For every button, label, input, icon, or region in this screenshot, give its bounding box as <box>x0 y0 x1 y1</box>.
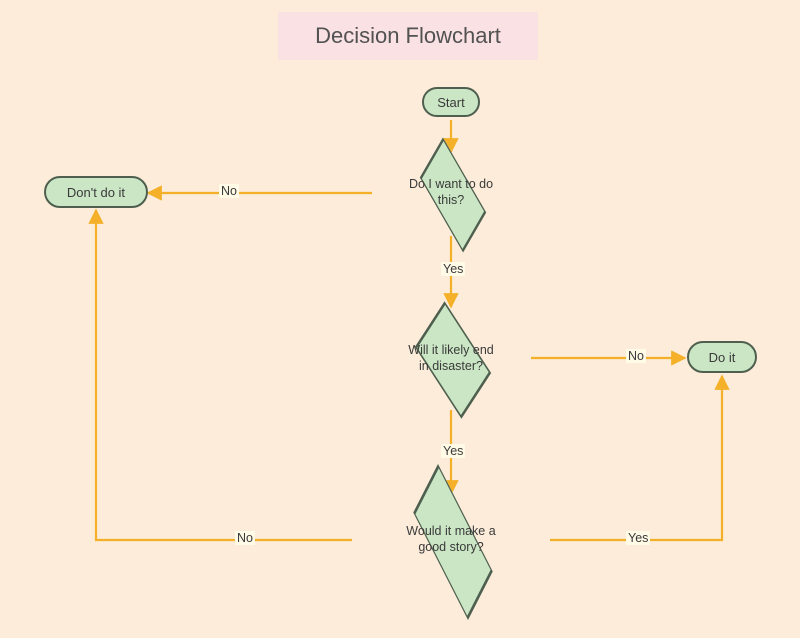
edge-label-story-yes: Yes <box>626 531 650 545</box>
edge-label-want-no: No <box>219 184 239 198</box>
edge-label-disaster-no: No <box>626 349 646 363</box>
node-question-want <box>393 135 509 251</box>
node-start: Start <box>422 87 480 117</box>
node-do-it: Do it <box>687 341 757 373</box>
node-dont-do-it: Don't do it <box>44 176 148 208</box>
edge-story-yes <box>550 376 722 540</box>
edge-story-no <box>96 210 352 540</box>
chart-title: Decision Flowchart <box>278 12 538 60</box>
edge-label-disaster-yes: Yes <box>441 444 465 458</box>
edge-label-want-yes: Yes <box>441 262 465 276</box>
node-question-disaster <box>393 300 509 416</box>
node-question-story <box>380 469 522 611</box>
edge-label-story-no: No <box>235 531 255 545</box>
flowchart-canvas: Decision Flowchart No Yes No Yes No <box>0 0 800 638</box>
